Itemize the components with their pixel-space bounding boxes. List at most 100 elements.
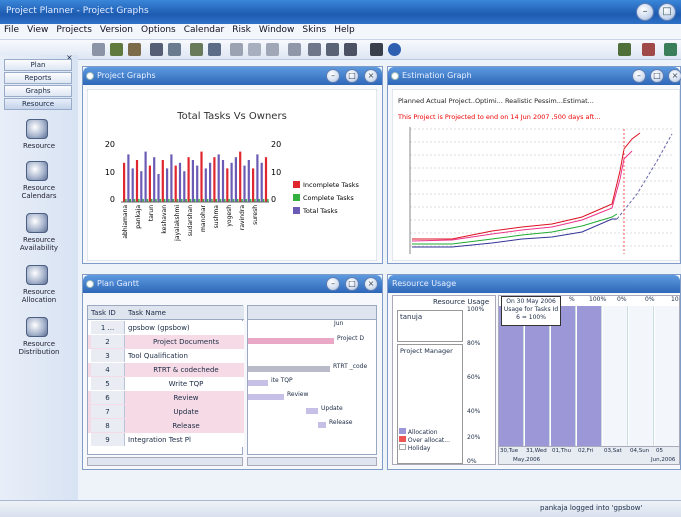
table-row[interactable]: 6 Review: [88, 391, 244, 405]
chart-bar: [243, 165, 246, 202]
export-icon[interactable]: [288, 43, 301, 56]
timeline-hscrollbar[interactable]: [247, 457, 377, 466]
chart-bar: [178, 162, 182, 202]
print-setup-icon[interactable]: [344, 43, 357, 56]
maximize-button[interactable]: □: [658, 3, 676, 21]
panel-menu-icon[interactable]: [86, 280, 94, 288]
panel-close-button[interactable]: ×: [668, 69, 681, 83]
sidebar-item-resource-availability[interactable]: Resource Availability: [0, 236, 78, 252]
usage-column[interactable]: [551, 306, 576, 446]
document-icon[interactable]: [326, 43, 339, 56]
table-row[interactable]: 2 Project Documents: [88, 335, 244, 349]
panel-close-button[interactable]: ×: [364, 277, 378, 291]
panel-restore-button[interactable]: □: [345, 69, 359, 83]
new-icon[interactable]: [128, 43, 141, 56]
status-text: pankaja logged into 'gpsbow': [540, 504, 643, 512]
legend-holiday: Holiday: [399, 444, 461, 452]
chart-bar: [148, 165, 151, 202]
table-row[interactable]: 4 RTRT & codechede: [88, 363, 244, 377]
save-icon[interactable]: [92, 43, 105, 56]
cut-icon[interactable]: [230, 43, 243, 56]
tab-resource[interactable]: Resource: [4, 98, 72, 110]
chart-bar: [123, 162, 126, 202]
calendar-icon[interactable]: [26, 161, 48, 181]
menu-options[interactable]: Options: [137, 24, 180, 36]
menu-window[interactable]: Window: [255, 24, 299, 36]
sidebar-item-resource-distribution[interactable]: Resource Distribution: [0, 340, 78, 356]
report-icon[interactable]: [308, 43, 321, 56]
table-row[interactable]: 3 Tool Qualification: [88, 349, 244, 363]
chart-bar: [144, 151, 147, 202]
sidebar-item-resource-allocation[interactable]: Resource Allocation: [0, 288, 78, 304]
gantt-bar[interactable]: [306, 408, 318, 414]
menu-skins[interactable]: Skins: [298, 24, 330, 36]
copy-icon[interactable]: [248, 43, 261, 56]
usage-column[interactable]: [603, 306, 628, 446]
menu-help[interactable]: Help: [330, 24, 359, 36]
open-icon[interactable]: [110, 43, 123, 56]
menu-file[interactable]: File: [0, 24, 23, 36]
chart-bar: [170, 154, 173, 202]
menu-projects[interactable]: Projects: [52, 24, 95, 36]
gantt-bar-label: Update: [321, 405, 343, 412]
gantt-bar[interactable]: [248, 338, 334, 344]
usage-column[interactable]: [525, 306, 550, 446]
gantt-bar[interactable]: [248, 366, 330, 372]
legend-total: Total Tasks: [302, 207, 338, 215]
paste-icon[interactable]: [266, 43, 279, 56]
panel-minimize-button[interactable]: –: [326, 69, 340, 83]
menu-risk[interactable]: Risk: [228, 24, 255, 36]
grid-hscrollbar[interactable]: [87, 457, 243, 466]
sidebar-item-resource-calendars[interactable]: Resource Calendars: [0, 184, 78, 200]
settings-icon[interactable]: [370, 43, 383, 56]
owner-label: tarun: [148, 205, 155, 221]
table-row[interactable]: 9 Integration Test Pl: [88, 433, 244, 447]
filter-icon[interactable]: [642, 43, 655, 56]
gantt-bar[interactable]: [248, 394, 284, 400]
table-row[interactable]: 5 Write TQP: [88, 377, 244, 391]
panel-restore-button[interactable]: □: [650, 69, 664, 83]
allocation-icon[interactable]: [26, 265, 48, 285]
resource-icon[interactable]: [26, 119, 48, 139]
task-name-cell: Update: [173, 408, 199, 416]
distribution-icon[interactable]: [26, 317, 48, 337]
panel-minimize-button[interactable]: –: [326, 277, 340, 291]
panel-menu-icon[interactable]: [391, 72, 399, 80]
usage-column[interactable]: [655, 306, 679, 446]
tools-icon[interactable]: [208, 43, 221, 56]
tab-plan[interactable]: Plan: [4, 59, 72, 71]
table-row[interactable]: 7 Update: [88, 405, 244, 419]
usage-date-axis: 30,Tue 31,Wed 01,Thu 02,Fri 03,Sat 04,Sun 05 M…: [499, 446, 679, 464]
panel-restore-button[interactable]: □: [345, 277, 359, 291]
menu-view[interactable]: View: [23, 24, 52, 36]
table-row[interactable]: 1 ... gpsbow (gpsbow): [88, 321, 244, 335]
tab-graphs[interactable]: Graphs: [4, 85, 72, 97]
sidebar-item-resource[interactable]: Resource: [0, 142, 78, 150]
zoom-icon[interactable]: [618, 43, 631, 56]
gantt-bar[interactable]: [318, 422, 326, 428]
users-icon[interactable]: [190, 43, 203, 56]
top-pct-cell: 0%: [645, 296, 655, 303]
resource-name-cell[interactable]: tanuja: [397, 310, 463, 342]
minimize-button[interactable]: –: [636, 3, 654, 21]
refresh-icon[interactable]: [664, 43, 677, 56]
gantt-bar[interactable]: [248, 380, 268, 386]
panel-close-button[interactable]: ×: [364, 69, 378, 83]
toolbar: [0, 40, 681, 60]
col-task-id[interactable]: Task ID: [91, 306, 116, 319]
availability-icon[interactable]: [26, 213, 48, 233]
col-task-name[interactable]: Task Name: [128, 306, 166, 319]
info-icon[interactable]: [388, 43, 401, 56]
print-icon[interactable]: [150, 43, 163, 56]
usage-column[interactable]: [577, 306, 602, 446]
preview-icon[interactable]: [168, 43, 181, 56]
menu-version[interactable]: Version: [96, 24, 137, 36]
table-row[interactable]: 8 Release: [88, 419, 244, 433]
panel-minimize-button[interactable]: –: [632, 69, 646, 83]
usage-column[interactable]: [629, 306, 654, 446]
usage-column[interactable]: [499, 306, 524, 446]
menu-calendar[interactable]: Calendar: [180, 24, 228, 36]
chart-bar: [196, 165, 199, 202]
tab-reports[interactable]: Reports: [4, 72, 72, 84]
panel-menu-icon[interactable]: [86, 72, 94, 80]
